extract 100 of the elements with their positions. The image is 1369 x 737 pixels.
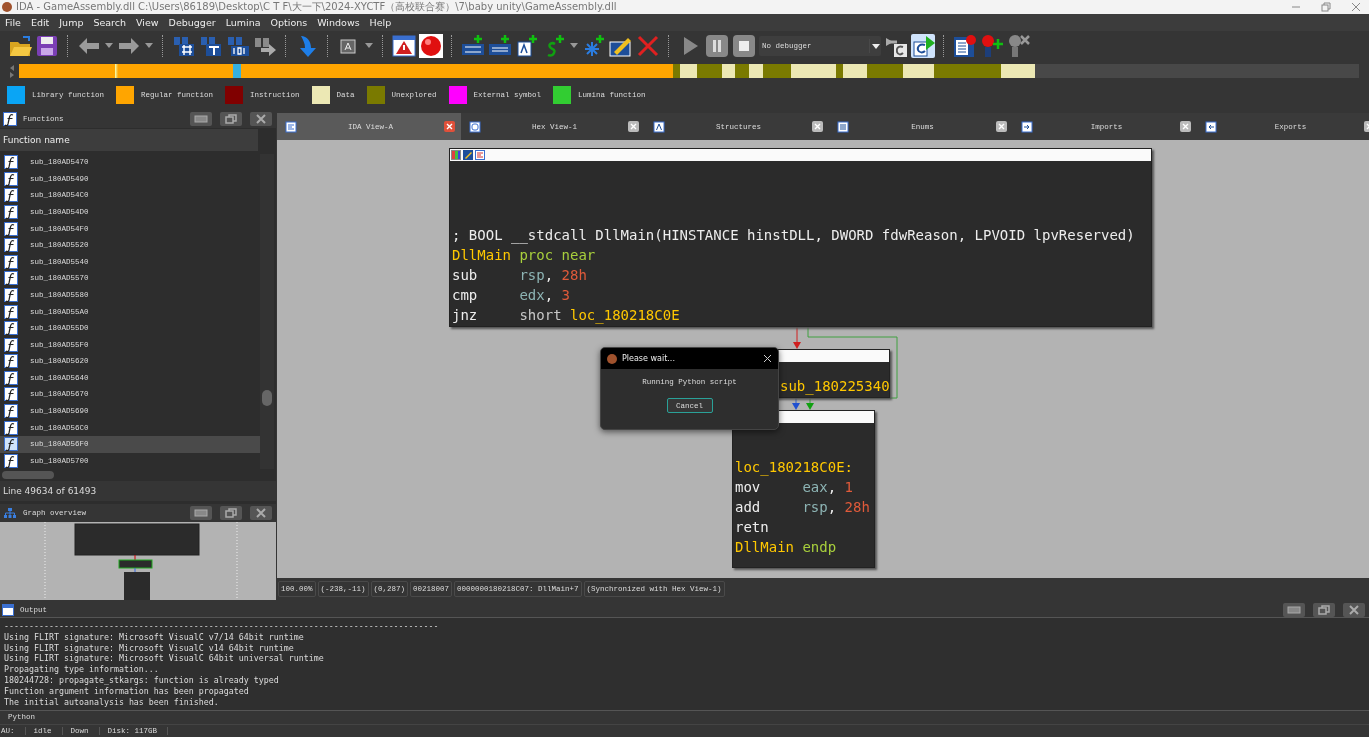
- group-icon[interactable]: [475, 150, 485, 160]
- scroll-arrows-icon[interactable]: [8, 63, 16, 79]
- function-icon: [4, 370, 18, 385]
- menu-item[interactable]: Search: [93, 17, 127, 28]
- dock-icon: [194, 509, 208, 518]
- float-button[interactable]: [220, 111, 242, 126]
- disassembly-line: cmp edx, 3: [452, 286, 571, 305]
- function-icon: [4, 387, 18, 402]
- line-counter: Line 49634 of 61493: [0, 481, 276, 502]
- color-icon[interactable]: [451, 150, 461, 160]
- function-icon: [4, 287, 18, 302]
- disassembly-line: add rsp, 28h: [735, 498, 871, 517]
- asterisk-plus-icon[interactable]: [582, 33, 606, 58]
- breakpoint-plus-icon[interactable]: [980, 33, 1004, 58]
- close-icon: [256, 508, 266, 519]
- code-block[interactable]: loc_180218C0E: mov eax, 1 add rsp, 28h retn DllMain endp: [732, 410, 875, 568]
- hierarchy-icon: [3, 507, 17, 520]
- output-icon: [2, 604, 14, 616]
- code-block[interactable]: ; BOOL __stdcall DllMain(HINSTANCE hinstDLL, DWORD fdwReason, LPVOID lpvReserved) DllMain proc near sub rsp, 28h cmp edx, 3 jnz short loc_180218C0E: [449, 148, 1152, 327]
- breakpoint-delete-icon[interactable]: [1007, 33, 1031, 58]
- log-line: 180244728: propagate_stkargs: function is already typed: [4, 675, 280, 686]
- breakpoint-list-icon[interactable]: [953, 33, 977, 58]
- document-plus-icon[interactable]: [515, 33, 539, 58]
- window-title: IDA - GameAssembly.dll C:\Users\86189\Desktop\C T F\大一下\2024-XYCTF（高校联合赛）\7\baby unity\GameAssembly.dll: [16, 0, 618, 14]
- float-icon: [225, 508, 237, 519]
- function-icon: [4, 321, 18, 336]
- run-to-cursor-icon[interactable]: [911, 33, 935, 58]
- edge-arrow: [793, 326, 801, 349]
- function-icon: [4, 171, 18, 186]
- close-icon: [1349, 605, 1359, 615]
- warning-icon[interactable]: [392, 33, 416, 58]
- disassembly-line: loc_180218C0E:: [735, 458, 854, 477]
- menu-item[interactable]: File: [5, 17, 21, 28]
- function-icon: [4, 337, 18, 352]
- dock-icon: [1287, 606, 1301, 614]
- close-icon[interactable]: [628, 121, 639, 132]
- log-line: Using FLIRT signature: Microsoft VisualC v14 64bit runtime: [4, 642, 295, 654]
- column-header[interactable]: Function name: [0, 128, 258, 151]
- float-button[interactable]: [1313, 603, 1335, 617]
- close-icon[interactable]: [996, 121, 1007, 132]
- functions-icon: [3, 111, 17, 126]
- close-button[interactable]: [250, 111, 272, 126]
- list-icon: [837, 120, 849, 133]
- scrollbar[interactable]: [260, 153, 274, 470]
- navigation-band[interactable]: [19, 64, 1359, 78]
- menu-item[interactable]: Options: [270, 17, 308, 28]
- folder-icon[interactable]: [8, 33, 32, 58]
- function-icon: [4, 404, 18, 419]
- structure-icon: [653, 120, 665, 133]
- export-icon: [1205, 120, 1217, 133]
- pause-icon[interactable]: [705, 33, 729, 58]
- function-icon: [4, 420, 18, 435]
- dock-button[interactable]: [1283, 603, 1305, 617]
- log-line: Function argument information has been propagated: [4, 685, 250, 697]
- menu-item[interactable]: Debugger: [168, 17, 216, 28]
- log-line: The initial autoanalysis has been finished.: [4, 696, 220, 708]
- import-icon: [1021, 120, 1033, 133]
- log-line: ---------------------------------------------------------------------------------------: [4, 621, 440, 632]
- menu-item[interactable]: Edit: [30, 17, 50, 28]
- dock-button[interactable]: [190, 506, 212, 521]
- close-button[interactable]: [250, 506, 272, 521]
- function-icon: [4, 188, 18, 203]
- float-icon: [1318, 605, 1330, 615]
- close-icon[interactable]: [1180, 121, 1191, 132]
- data-plus-icon[interactable]: [488, 33, 512, 58]
- hex-icon: [469, 120, 481, 133]
- close-icon: [256, 113, 266, 124]
- listing-icon: [285, 120, 297, 133]
- menu-item[interactable]: Help: [369, 17, 392, 28]
- record-icon[interactable]: [419, 33, 443, 58]
- log-line: Using FLIRT signature: Microsoft VisualC v7/14 64bit runtime: [4, 631, 305, 643]
- function-icon: [4, 221, 18, 236]
- disassembly-line: jnz short loc_180218C0E: [452, 306, 681, 325]
- save-icon[interactable]: [35, 33, 59, 58]
- float-button[interactable]: [220, 506, 242, 521]
- function-icon: [4, 304, 18, 319]
- scroll-thumb[interactable]: [262, 389, 272, 406]
- pencil-icon[interactable]: [463, 150, 473, 160]
- disassembly-line: sub_180225340: [779, 377, 887, 396]
- function-icon: [4, 155, 18, 170]
- avatar-icon: [607, 353, 617, 364]
- function-icon: [4, 271, 18, 286]
- menu-item[interactable]: View: [136, 17, 159, 28]
- scroll-thumb[interactable]: [2, 471, 54, 480]
- close-icon[interactable]: [763, 354, 772, 363]
- stop-icon[interactable]: [732, 33, 756, 58]
- menu-item[interactable]: Lumina: [225, 17, 261, 28]
- menu-item[interactable]: Jump: [59, 17, 84, 28]
- caret-icon: [869, 36, 881, 55]
- menu-item[interactable]: Windows: [317, 17, 360, 28]
- close-button[interactable]: [1343, 603, 1365, 617]
- function-icon: [4, 204, 18, 219]
- function-icon: [4, 254, 18, 269]
- close-icon[interactable]: [444, 121, 455, 132]
- close-icon[interactable]: [812, 121, 823, 132]
- code-plus-icon[interactable]: [461, 33, 485, 58]
- dialog-title: Please wait...: [622, 354, 676, 363]
- log-line: Propagating type information...: [4, 664, 160, 675]
- avatar-icon: [2, 2, 12, 12]
- dock-button[interactable]: [190, 111, 212, 126]
